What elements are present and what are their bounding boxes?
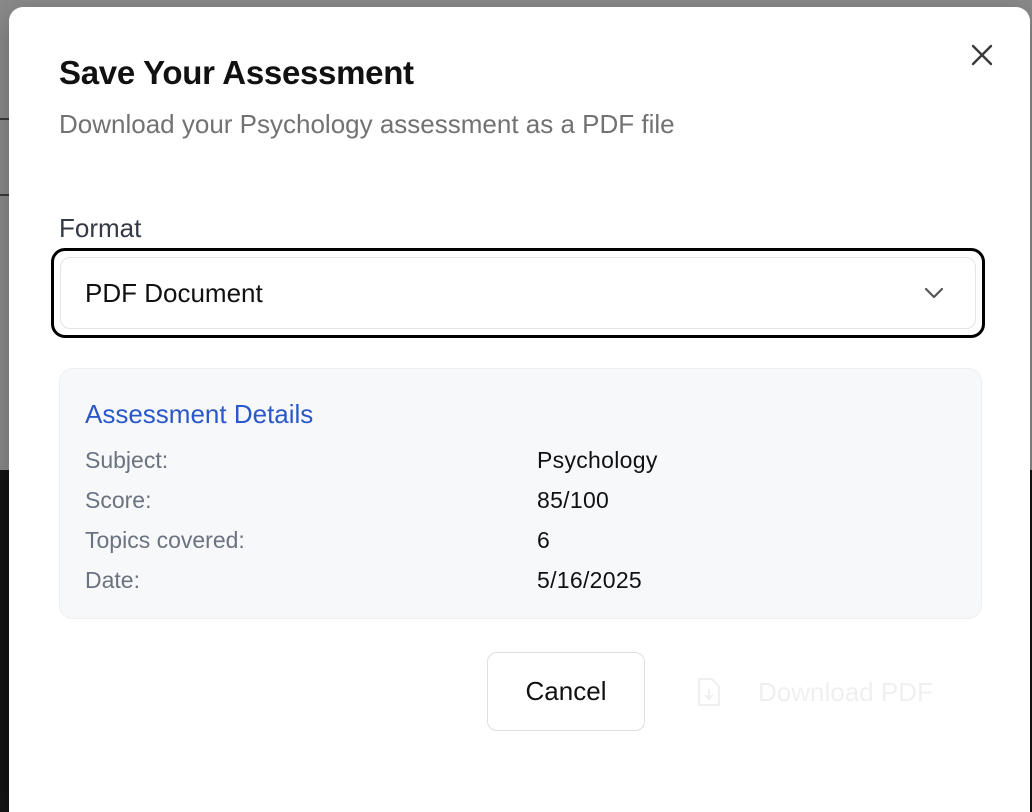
file-download-icon	[698, 678, 720, 706]
detail-label: Date:	[85, 567, 140, 593]
detail-row-topics: Topics covered: 6	[85, 527, 945, 557]
dialog-subtitle: Download your Psychology assessment as a…	[59, 109, 675, 139]
save-assessment-dialog: Save Your Assessment Download your Psych…	[9, 7, 1030, 812]
download-pdf-label: Download PDF	[758, 676, 933, 707]
detail-row-score: Score: 85/100	[85, 487, 945, 517]
chevron-down-icon	[924, 287, 944, 299]
dialog-title: Save Your Assessment	[59, 54, 414, 91]
close-button[interactable]	[966, 39, 998, 71]
format-selected-value: PDF Document	[85, 277, 263, 308]
detail-label: Topics covered:	[85, 527, 245, 553]
detail-label: Subject:	[85, 447, 169, 473]
assessment-details-panel: Assessment Details Subject: Psychology S…	[59, 368, 982, 619]
detail-value: 6	[537, 527, 551, 553]
format-select-focus-ring: PDF Document	[51, 248, 985, 338]
assessment-details-title: Assessment Details	[85, 399, 314, 429]
detail-value: 5/16/2025	[537, 567, 643, 593]
detail-value: 85/100	[537, 487, 610, 513]
cancel-button[interactable]: Cancel	[487, 652, 645, 731]
detail-row-subject: Subject: Psychology	[85, 447, 945, 477]
format-label: Format	[59, 213, 142, 243]
detail-value: Psychology	[537, 447, 658, 473]
detail-label: Score:	[85, 487, 152, 513]
download-pdf-button[interactable]: Download PDF	[689, 662, 969, 722]
detail-row-date: Date: 5/16/2025	[85, 567, 945, 597]
close-icon	[971, 44, 993, 66]
format-select[interactable]: PDF Document	[60, 257, 976, 329]
